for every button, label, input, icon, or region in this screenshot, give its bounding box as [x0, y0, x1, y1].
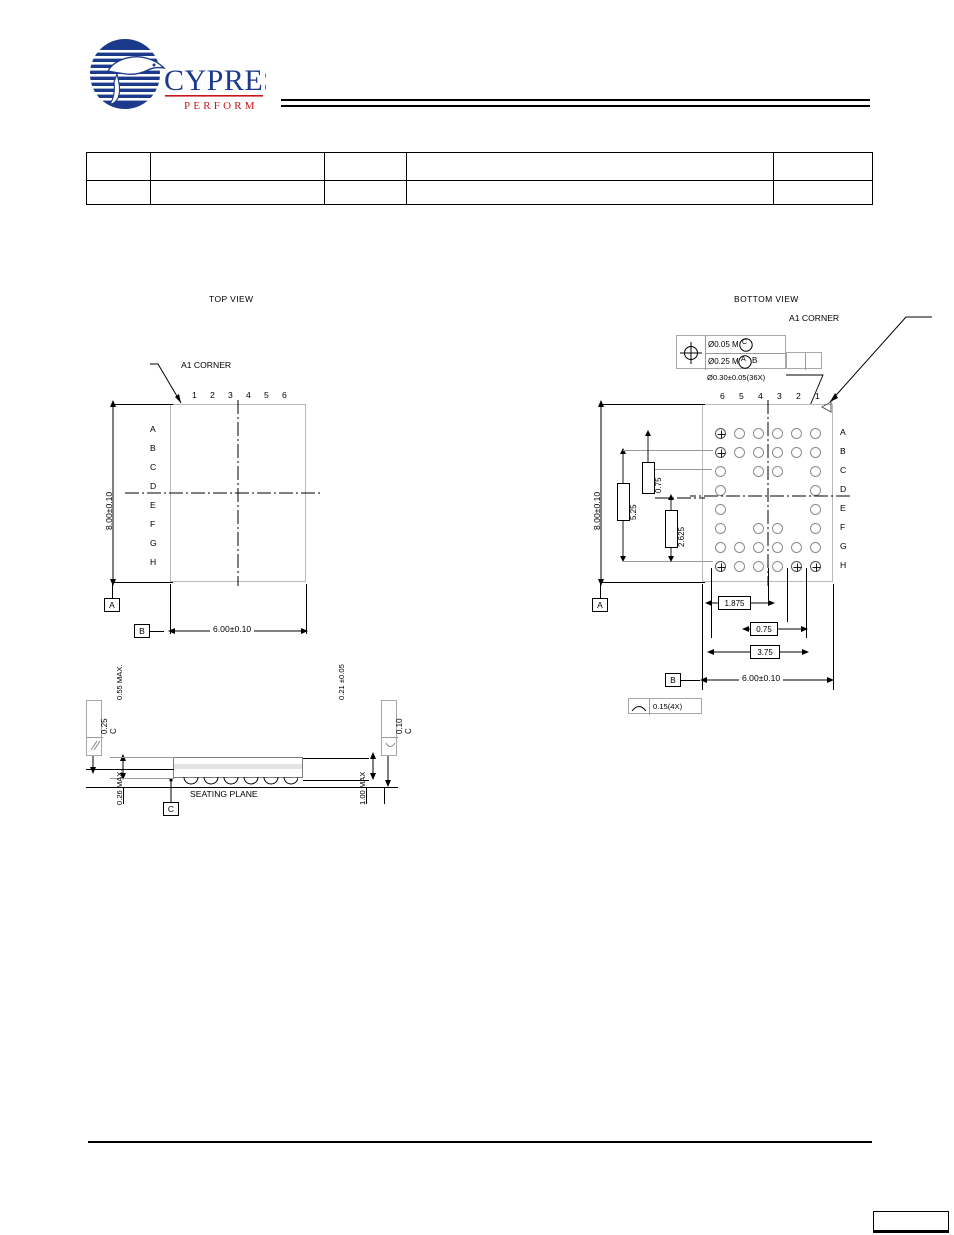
footer-page-box [873, 1211, 949, 1233]
table-cell [405, 180, 775, 205]
table-row [86, 180, 873, 205]
header-rule-top [281, 99, 870, 101]
bottom-view-dim-5-25-box: 5.25 [617, 483, 638, 521]
bottom-view-ball-dia-note: Ø0.30±0.05(36X) [707, 373, 766, 382]
bottom-view-dim-horizontal: 6.00±0.10 [739, 673, 784, 683]
bottom-view-profile-callout: 0.15(4X) [628, 698, 702, 715]
fcf-row1-datum: C [742, 339, 748, 346]
side-view-datum-c: C [163, 802, 179, 816]
side-view-parallelism-callout: 0.25 C [86, 700, 118, 756]
side-view-seating-plane-label: SEATING PLANE [190, 789, 258, 799]
side-view-flatness-callout: 0.10 C [381, 700, 413, 756]
side-view-dim-0-21: 0.21 ±0.05 [337, 664, 346, 700]
header-rule-bottom [281, 105, 870, 107]
cypress-logo: CYPRESS PERFORM [88, 38, 266, 120]
top-view-datum-b: B [134, 624, 150, 638]
flatness-icon [385, 742, 396, 747]
bottom-view-dim-0-75-h-box: 0.75 [750, 622, 778, 636]
side-view-parallelism-leader [90, 756, 96, 774]
top-view-ext-line-bottom [113, 582, 173, 583]
bottom-view-datum-b-leader [681, 680, 700, 681]
side-view-dim-1-00-line-a [366, 788, 367, 804]
bottom-view-datum-a: A [592, 598, 608, 612]
bottom-view-dim-3-75: 3.75 [757, 648, 773, 657]
bottom-view-datum-b: B [665, 673, 681, 687]
side-view-parallelism-note: 0.25 C [100, 718, 118, 734]
top-view-dim-horizontal: 6.00±0.10 [210, 624, 255, 634]
bottom-view-dim-0-75-v-box: 0.75 [642, 462, 663, 494]
table-cell [773, 180, 873, 205]
fcf-row2-datum-b: B [752, 356, 758, 365]
side-view-datum-c-leader [169, 779, 173, 802]
top-view-ext-line-top [113, 404, 173, 405]
table-cell [323, 180, 407, 205]
footer-rule [88, 1141, 872, 1143]
bottom-view-dim-5-25: 5.25 [629, 504, 638, 520]
bottom-view-centerline-left-ext [655, 497, 705, 499]
table-cell [405, 152, 775, 181]
bottom-view-dim-vertical: 8.00±0.10 [592, 491, 602, 530]
table-cell [773, 152, 873, 181]
bottom-view-dim-1-875: 1.875 [724, 599, 745, 608]
top-view-a1-corner-label: A1 CORNER [181, 360, 232, 370]
bottom-view-ext-0-75-v [648, 469, 712, 470]
logo-wordmark: CYPRESS [164, 64, 266, 97]
side-view-flatness-note: 0.10 C [395, 718, 413, 734]
side-view-ext-0-21-top [303, 758, 369, 759]
side-view-seating-plane-line [86, 787, 398, 788]
bottom-view-datum-a-leader [600, 582, 601, 598]
side-view-ext-mid [86, 769, 174, 770]
table-cell [149, 180, 325, 205]
bottom-view-dim-2-625-box: 2.625 [665, 510, 686, 548]
logo-tagline: PERFORM [184, 100, 258, 112]
position-symbol-icon [680, 342, 702, 364]
bottom-view-dim-1-875-box: 1.875 [718, 596, 751, 610]
side-view-dim-1-00-line-b [384, 788, 385, 804]
table-cell [323, 152, 407, 181]
bottom-view-dim-0-75-v: 0.75 [654, 477, 663, 493]
bottom-view-ext-bottom [601, 582, 705, 583]
side-view-dim-0-21-line [370, 752, 376, 780]
profile-surface-icon [631, 706, 647, 712]
top-view-datum-a: A [104, 598, 120, 612]
bottom-view-centerlines [690, 400, 850, 586]
table-cell [149, 152, 325, 181]
top-view-centerlines [125, 400, 320, 586]
bottom-view-ext-top [601, 404, 705, 405]
side-view-package-core [174, 764, 302, 769]
top-view-datum-a-leader [112, 582, 113, 598]
bottom-view-dim-0-75-h: 0.75 [756, 625, 772, 634]
side-view-dim-0-26-line [123, 788, 124, 804]
fcf-row2-datum-a: A [741, 356, 746, 363]
table-row [86, 152, 873, 181]
top-view-dim-vertical: 8.00±0.10 [104, 491, 114, 530]
bottom-view-ext-ball-h2 [787, 568, 788, 622]
table-cell [86, 180, 151, 205]
bottom-view-feature-control-frame: Ø0.05 M Ø0.25 M [676, 335, 787, 370]
side-view-dim-0-55: 0.55 MAX. [115, 664, 124, 700]
bottom-view-dim-2-625: 2.625 [677, 526, 686, 547]
parallelism-icon [90, 740, 101, 751]
spec-table [86, 152, 873, 205]
fcf-extra-cells [786, 352, 822, 370]
bottom-view-ext-5-25-top [623, 450, 713, 451]
bottom-view-dim-3-75-box: 3.75 [750, 645, 780, 659]
table-cell [86, 152, 151, 181]
top-view-title: TOP VIEW [209, 294, 254, 304]
side-view-ext-top [110, 757, 174, 758]
top-view-datum-b-leader [150, 631, 164, 632]
bottom-view-title: BOTTOM VIEW [734, 294, 799, 304]
side-view-flatness-leader [385, 756, 391, 787]
bottom-view-profile-note: 0.15(4X) [653, 702, 683, 711]
